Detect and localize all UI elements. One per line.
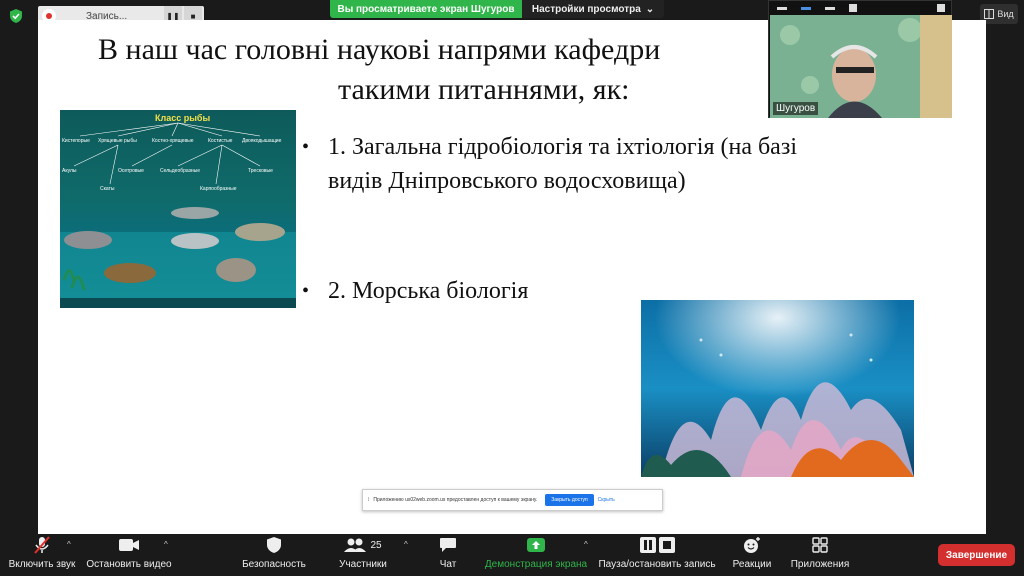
participants-count: 25 [370, 539, 382, 551]
screen-share-notification: ⁞ Приложению us02web.zoom.us предоставле… [362, 489, 663, 511]
bullet-item-2: • 2. Морська біологія [302, 274, 628, 308]
participants-icon [344, 538, 367, 552]
grid-view-icon [984, 9, 995, 19]
slide-title: В наш час головні наукові напрями кафедр… [98, 30, 798, 110]
security-label: Безопасность [242, 559, 306, 570]
security-shield-icon [267, 537, 281, 553]
encryption-shield-icon[interactable] [8, 8, 24, 24]
camera-thumbnail[interactable]: Шугуров [768, 0, 952, 118]
share-screen-button[interactable]: Демонстрация экрана [484, 534, 588, 576]
security-button[interactable]: Безопасность [240, 534, 308, 576]
apps-label: Приложения [790, 559, 850, 570]
share-options-caret-icon[interactable]: ^ [584, 540, 588, 549]
video-camera-icon [119, 539, 139, 551]
unmute-label: Включить звук [8, 559, 76, 570]
thumbnail-controls [769, 1, 953, 15]
coral-reef-graphic [641, 300, 914, 477]
zoom-window: Запись... ❚❚ ■ Вы просматриваете экран Ш… [0, 0, 1024, 576]
participants-options-caret-icon[interactable]: ^ [404, 540, 408, 549]
stop-video-label: Остановить видео [86, 559, 172, 570]
close-access-button[interactable]: Закрыть доступ [545, 494, 594, 506]
fish-classification-image: Класс рыбы Кистепорые Хрящевые рыбы Кост… [60, 110, 296, 308]
coral-reef-photo [641, 300, 914, 477]
notice-text: Приложению us02web.zoom.us предоставлен … [373, 497, 538, 503]
slide-title-line1: В наш час головні наукові напрями кафедр… [98, 33, 661, 66]
grid-view-icon[interactable] [849, 4, 857, 12]
muted-microphone-icon [34, 536, 50, 554]
participants-button[interactable]: 25 Участники [334, 534, 392, 576]
view-options-dropdown[interactable]: Настройки просмотра ⌄ [522, 0, 664, 18]
speaker-view-icon[interactable] [801, 6, 811, 10]
audio-options-caret-icon[interactable]: ^ [67, 540, 71, 549]
bullet-item-1: • 1. Загальна гідробіологія та іхтіологі… [302, 130, 928, 198]
bullet-2-text: 2. Морська біологія [328, 278, 529, 304]
reaction-smiley-icon [744, 537, 760, 553]
viewing-screen-banner: Вы просматриваете экран Шугуров [330, 0, 522, 18]
bullet-dot: • [302, 280, 310, 302]
bullet-1-line2: видів Дніпровського водосховища) [328, 168, 686, 194]
slide-title-line2: такими питаннями, як: [338, 73, 630, 106]
minimize-icon[interactable] [777, 6, 787, 10]
view-options-label: Настройки просмотра [531, 3, 641, 15]
participants-label: Участники [339, 559, 387, 570]
gallery-strip-icon[interactable] [825, 6, 835, 10]
reactions-label: Реакции [732, 559, 772, 570]
pause-recording-label: Пауза/остановить запись [598, 559, 716, 570]
fish-diagram-graphic [60, 122, 296, 308]
chat-label: Чат [439, 559, 457, 570]
stop-icon [658, 537, 675, 553]
expand-icon[interactable] [937, 4, 945, 12]
stop-video-button[interactable]: Остановить видео [86, 534, 172, 576]
pause-icon [639, 537, 656, 553]
share-screen-label: Демонстрация экрана [484, 559, 588, 570]
share-screen-arrow-icon [527, 538, 545, 552]
apps-icon [812, 537, 828, 553]
participant-name-label: Шугуров [773, 102, 819, 115]
chevron-down-icon: ⌄ [645, 3, 655, 15]
bullet-dot: • [302, 136, 310, 158]
apps-button[interactable]: Приложения [786, 534, 854, 576]
hide-link[interactable]: Скрыть [598, 497, 615, 503]
reactions-button[interactable]: Реакции [728, 534, 776, 576]
chat-button[interactable]: Чат [428, 534, 468, 576]
end-meeting-button[interactable]: Завершение [938, 544, 1015, 566]
participant-video: Шугуров [770, 15, 952, 118]
bullet-1-line1: 1. Загальна гідробіологія та іхтіологія … [328, 134, 797, 160]
meeting-toolbar: Включить звук ^ Остановить видео ^ Безоп… [0, 534, 1024, 576]
drag-handle-icon[interactable]: ⁞ [368, 497, 369, 503]
chat-bubble-icon [440, 538, 456, 552]
video-options-caret-icon[interactable]: ^ [164, 540, 168, 549]
pause-stop-recording-button[interactable]: Пауза/остановить запись [598, 534, 716, 576]
view-button-label: Вид [997, 9, 1014, 19]
